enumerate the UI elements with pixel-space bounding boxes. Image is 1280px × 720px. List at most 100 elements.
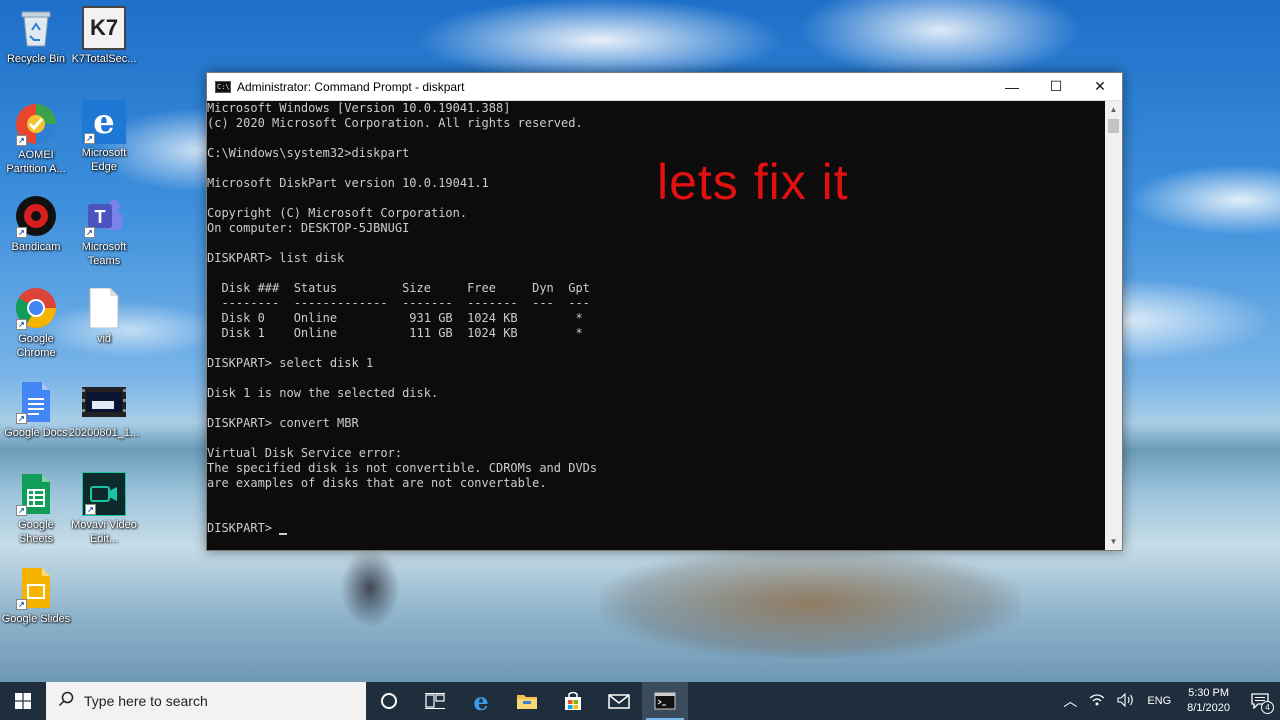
console-line: Virtual Disk Service error: [207,446,403,460]
desktop-icon-edge[interactable]: e ↗ Microsoft Edge [68,100,140,174]
taskbar-file-explorer[interactable] [504,682,550,720]
video-file-icon [82,380,126,424]
icon-label: Microsoft Teams [81,241,127,267]
command-prompt-window[interactable]: C:\ Administrator: Command Prompt - disk… [206,72,1123,551]
taskbar: Type here to search e ︿ ENG 5:30 PM 8/1/… [0,682,1280,720]
taskbar-store[interactable] [550,682,596,720]
desktop-icon-bandicam[interactable]: ↗ Bandicam [0,194,72,254]
desktop-icon-chrome[interactable]: ↗ Google Chrome [0,286,72,360]
close-button[interactable]: ✕ [1078,73,1122,101]
icon-label: Recycle Bin [6,53,66,65]
icon-label: Google Chrome [16,333,56,359]
network-icon[interactable] [1083,693,1111,710]
icon-label: K7TotalSec... [71,53,137,65]
console-line: are examples of disks that are not conve… [207,476,547,490]
console-line: ​ [207,401,1105,416]
console-line: ​ [207,236,1105,251]
action-center-button[interactable]: 4 [1240,682,1280,720]
taskbar-search-box[interactable]: Type here to search [46,682,366,720]
text-cursor [279,533,288,535]
prompt-text: DISKPART> [207,521,280,535]
console-line: ​ [207,341,1105,356]
k7-icon: K7 [82,6,126,50]
icon-label: AOMEI Partition A... [6,149,66,175]
console-line: Disk 1 Online 111 GB 1024 KB * [207,326,583,340]
console-line: Disk 0 Online 931 GB 1024 KB * [207,311,583,325]
task-view-button[interactable] [412,682,458,720]
recycle-bin-icon [14,6,58,50]
icon-label: Microsoft Edge [81,147,127,173]
icon-label: Google Slides [1,613,71,625]
console-line: DISKPART> select disk 1 [207,356,374,370]
console-line: ​ [207,131,1105,146]
console-line: DISKPART> list disk [207,251,345,265]
console-line: Disk 1 is now the selected disk. [207,386,439,400]
desktop-icon-google-slides[interactable]: ↗ Google Slides [0,566,72,626]
google-sheets-icon: ↗ [14,472,58,516]
icon-label: Movavi Video Edit... [71,519,137,545]
taskbar-edge[interactable]: e [458,682,504,720]
window-title: Administrator: Command Prompt - diskpart [237,79,465,94]
console-line: ​ [207,506,1105,521]
icon-label: Google Docs [4,427,68,439]
system-tray: ︿ ENG 5:30 PM 8/1/2020 4 [1057,682,1280,720]
console-line: ​ [207,491,1105,506]
console-prompt-line[interactable]: DISKPART> [207,521,1105,536]
desktop-icon-vid[interactable]: vid [68,286,140,346]
teams-icon: T ↗ [82,194,126,238]
start-button[interactable] [0,682,46,720]
console-line: ​ [207,371,1105,386]
clock-time: 5:30 PM [1188,687,1230,699]
file-explorer-icon [517,695,537,709]
cortana-button[interactable] [366,682,412,720]
desktop-icon-teams[interactable]: T ↗ Microsoft Teams [68,194,140,268]
icon-label: Google Sheets [18,519,54,545]
chrome-icon: ↗ [14,286,58,330]
icon-label: vid [96,333,112,345]
console-output: Microsoft Windows [Version 10.0.19041.38… [207,101,1105,521]
icon-label: Bandicam [11,241,61,253]
window-titlebar[interactable]: C:\ Administrator: Command Prompt - disk… [207,73,1122,101]
aomei-icon: ↗ [14,102,58,146]
store-icon [565,691,581,710]
console-line: (c) 2020 Microsoft Corporation. All righ… [207,116,583,130]
mail-icon [608,694,630,709]
task-view-icon [425,693,445,709]
console-line: ​ [207,161,1105,176]
console-area[interactable]: Microsoft Windows [Version 10.0.19041.38… [207,101,1105,550]
taskbar-mail[interactable] [596,682,642,720]
desktop-icon-aomei[interactable]: ↗ AOMEI Partition A... [0,102,72,176]
maximize-button[interactable]: ☐ [1034,73,1078,101]
desktop-icon-k7[interactable]: K7 K7TotalSec... [68,6,140,66]
scrollbar-thumb[interactable] [1108,119,1119,133]
taskbar-command-prompt[interactable] [642,682,688,720]
windows-logo-icon [15,693,31,709]
language-indicator[interactable]: ENG [1141,695,1177,707]
console-line: C:\Windows\system32>diskpart [207,146,410,160]
google-docs-icon: ↗ [14,380,58,424]
scroll-down-arrow-icon[interactable]: ▼ [1105,533,1122,550]
tray-chevron-up-icon[interactable]: ︿ [1057,691,1083,711]
cmd-app-icon: C:\ [215,80,231,93]
notification-count-badge: 4 [1261,701,1274,714]
desktop-icon-google-docs[interactable]: ↗ Google Docs [0,380,72,440]
clock[interactable]: 5:30 PM 8/1/2020 [1177,686,1240,716]
vertical-scrollbar[interactable]: ▲ ▼ [1105,101,1122,550]
volume-icon[interactable] [1111,692,1141,710]
icon-label: 20200801_1... [68,427,140,439]
minimize-button[interactable]: — [990,73,1034,101]
console-line: ​ [207,191,1105,206]
console-line: On computer: DESKTOP-5JBNUGI [207,221,410,235]
desktop-icon-video-file[interactable]: 20200801_1... [68,380,140,440]
desktop-icon-recycle-bin[interactable]: Recycle Bin [0,6,72,66]
scroll-up-arrow-icon[interactable]: ▲ [1105,101,1122,118]
file-icon [82,286,126,330]
svg-text:T: T [95,207,106,227]
clock-date: 8/1/2020 [1187,702,1230,714]
overlay-caption: lets fix it [657,154,849,210]
console-line: ​ [207,266,1105,281]
desktop-icon-movavi[interactable]: ↗ Movavi Video Edit... [68,472,140,546]
console-line: -------- ------------- ------- ------- -… [207,296,590,310]
desktop-icon-google-sheets[interactable]: ↗ Google Sheets [0,472,72,546]
console-line: ​ [207,431,1105,446]
